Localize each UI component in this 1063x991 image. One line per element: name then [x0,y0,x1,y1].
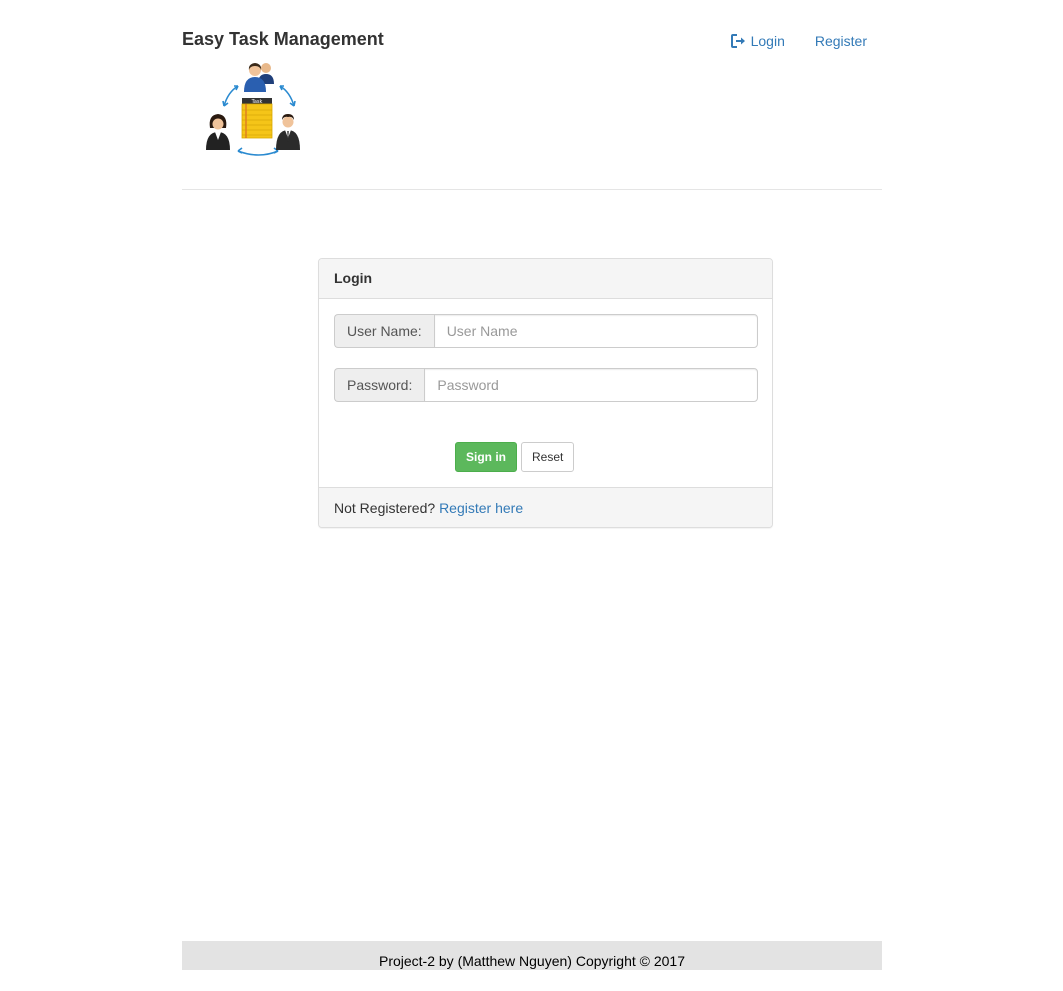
username-input[interactable] [433,314,758,348]
login-form: User Name: Password: Sign in Reset [319,299,772,487]
register-here-link[interactable]: Register here [439,500,523,516]
header-divider [182,189,882,190]
password-group: Password: [334,368,758,402]
not-registered-text: Not Registered? [334,500,440,516]
page-footer: Project-2 by (Matthew Nguyen) Copyright … [182,941,882,970]
nav-register-label: Register [814,33,867,49]
reset-button[interactable]: Reset [521,442,575,472]
sign-in-button[interactable]: Sign in [455,442,517,472]
brand-title[interactable]: Easy Task Management [182,29,384,50]
username-group: User Name: [334,314,758,348]
login-panel: Login User Name: Password: Sign in Reset… [318,258,773,528]
sign-in-icon [730,34,747,48]
team-task-logo: Task [204,58,306,160]
top-nav: Login Register [716,31,882,51]
page: Easy Task Management Login Register Task… [0,0,1063,991]
nav-login-link[interactable]: Login [716,31,800,51]
login-panel-footer: Not Registered? Register here [319,487,772,527]
login-panel-title: Login [319,259,772,299]
password-input[interactable] [424,368,758,402]
form-buttons: Sign in Reset [455,442,575,472]
password-label: Password: [334,368,425,402]
nav-register-link[interactable]: Register [800,31,882,51]
copyright-text: Project-2 by (Matthew Nguyen) Copyright … [378,953,685,969]
username-label: User Name: [334,314,434,348]
nav-login-label: Login [750,33,785,49]
